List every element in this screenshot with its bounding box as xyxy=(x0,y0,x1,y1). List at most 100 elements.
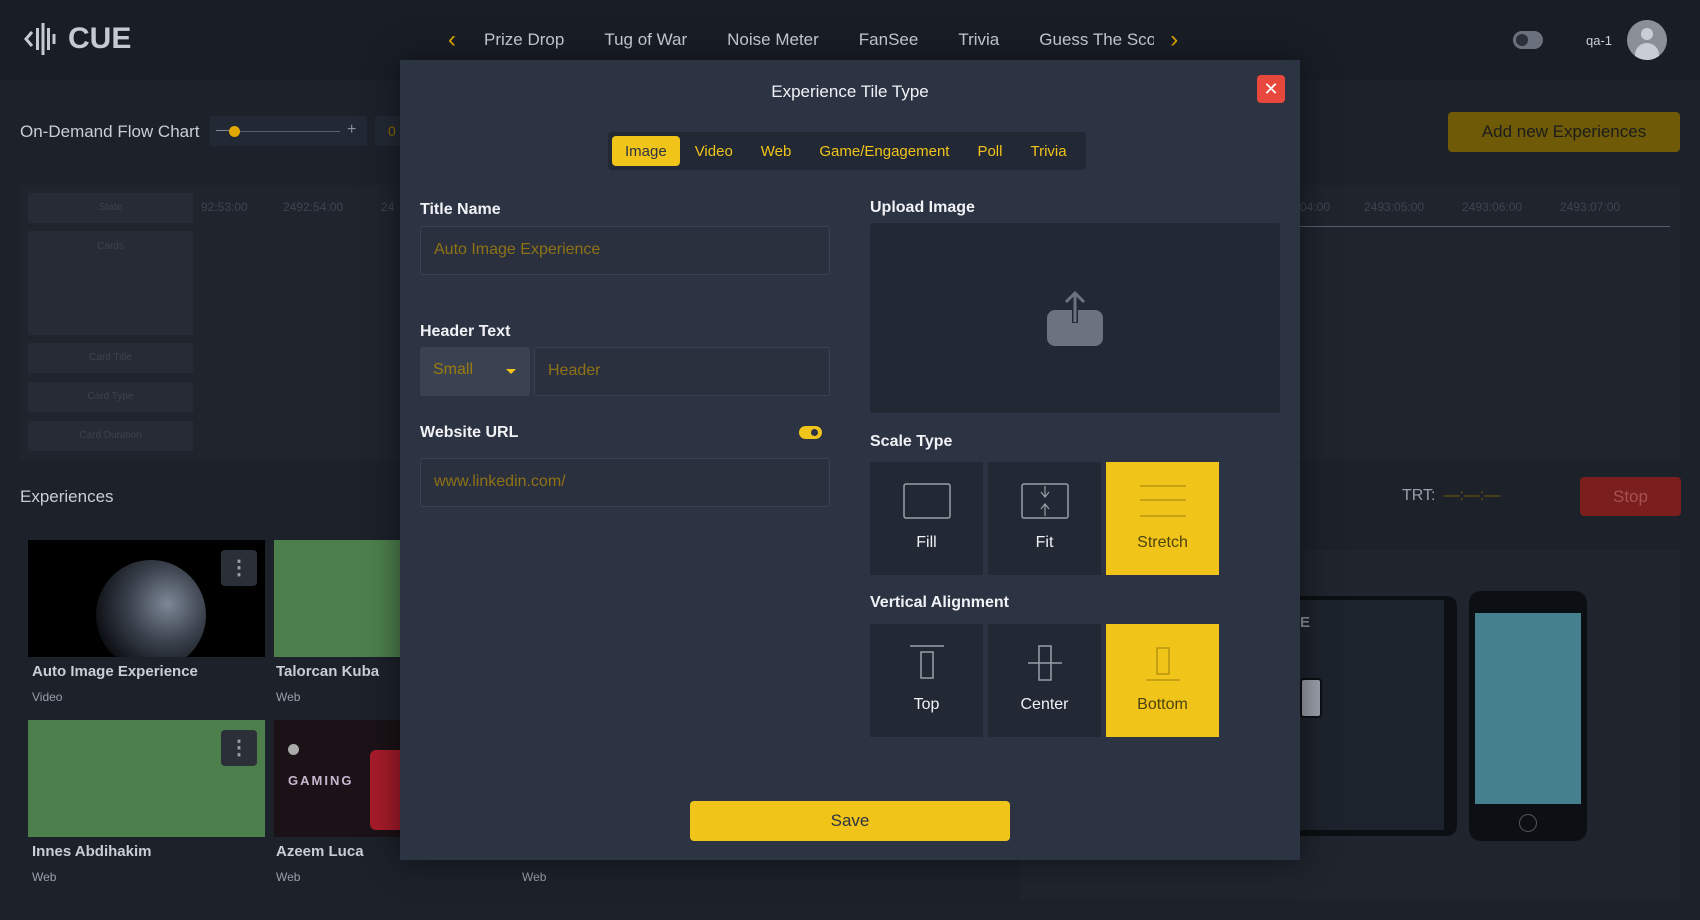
timeline-tick: 2493:07:00 xyxy=(1560,200,1621,214)
lane-card-type: Card Type xyxy=(28,382,193,412)
tab-video[interactable]: Video xyxy=(682,136,746,166)
website-url-label: Website URL xyxy=(420,424,519,441)
upload-icon xyxy=(1047,290,1103,346)
website-url-toggle[interactable] xyxy=(799,426,822,439)
vertical-alignment-label: Vertical Alignment xyxy=(870,594,1009,611)
card-name: Auto Image Experience xyxy=(32,663,198,680)
nav-item-tug-of-war[interactable]: Tug of War xyxy=(604,30,687,50)
save-button[interactable]: Save xyxy=(690,801,1010,841)
lane-state: State xyxy=(28,193,193,223)
card-menu-icon[interactable]: ⋮ xyxy=(221,730,257,766)
flow-chart-title: On-Demand Flow Chart xyxy=(20,122,200,141)
title-name-label: Title Name xyxy=(420,201,501,218)
scale-fit-option[interactable]: Fit xyxy=(988,462,1101,575)
phone-home-button xyxy=(1519,814,1537,832)
zoom-track xyxy=(230,131,340,132)
modal-title: Experience Tile Type xyxy=(771,82,929,101)
valign-top-option[interactable]: Top xyxy=(870,624,983,737)
card-name: Innes Abdihakim xyxy=(32,843,152,860)
experience-card[interactable]: GAMING xyxy=(274,720,400,837)
tab-trivia[interactable]: Trivia xyxy=(1017,136,1079,166)
align-center-icon xyxy=(1027,645,1062,681)
zoom-minus-icon[interactable]: — xyxy=(216,121,230,137)
nav-prev-icon[interactable]: ‹ xyxy=(440,26,464,54)
tablet-button xyxy=(1300,678,1322,718)
close-icon[interactable]: ✕ xyxy=(1257,75,1285,103)
tablet-preview-text: E xyxy=(1300,614,1311,631)
chevron-down-icon xyxy=(506,369,516,374)
theme-toggle[interactable] xyxy=(1513,31,1543,49)
experience-card[interactable] xyxy=(274,540,400,657)
earth-thumbnail xyxy=(96,560,206,657)
phone-preview xyxy=(1469,591,1587,841)
upload-image-label: Upload Image xyxy=(870,199,975,216)
scale-fill-icon xyxy=(902,483,951,519)
card-type: Web xyxy=(32,870,57,884)
timeline-tick: 2493:05:00 xyxy=(1364,200,1425,214)
avatar[interactable] xyxy=(1627,20,1667,60)
timeline-tick: 24 xyxy=(381,200,395,214)
lane-cards: Cards xyxy=(28,231,193,335)
nav-item-trivia[interactable]: Trivia xyxy=(958,30,999,50)
tab-game-engagement[interactable]: Game/Engagement xyxy=(806,136,962,166)
align-bottom-icon xyxy=(1145,647,1180,681)
timeline-tick: 04:00 xyxy=(1300,200,1331,214)
trt-display: TRT: —:—:— xyxy=(1402,487,1500,505)
scale-stretch-option[interactable]: Stretch xyxy=(1106,462,1219,575)
user-name: qa-1 xyxy=(1586,33,1613,48)
title-name-input[interactable]: Auto Image Experience xyxy=(420,226,830,275)
scale-fit-icon xyxy=(1020,483,1069,519)
header-size-value: Small xyxy=(433,361,474,378)
website-url-input[interactable]: www.linkedin.com/ xyxy=(420,458,830,507)
scale-type-label: Scale Type xyxy=(870,433,953,450)
card-name: Talorcan Kuba xyxy=(276,663,380,680)
app-logo[interactable]: CUE xyxy=(24,20,131,58)
add-experiences-button[interactable]: Add new Experiences xyxy=(1448,112,1680,152)
chair-graphic xyxy=(370,750,400,830)
align-top-icon xyxy=(909,645,944,679)
card-type: Web xyxy=(276,690,301,704)
valign-top-label: Top xyxy=(913,696,940,713)
phone-screen xyxy=(1475,613,1581,804)
valign-center-option[interactable]: Center xyxy=(988,624,1101,737)
lane-card-duration: Card Duration xyxy=(28,421,193,451)
scale-stretch-label: Stretch xyxy=(1137,534,1188,551)
scale-fill-option[interactable]: Fill xyxy=(870,462,983,575)
card-type: Web xyxy=(522,870,547,884)
timeline-axis xyxy=(1290,226,1670,227)
timeline-tick: 92:53:00 xyxy=(201,200,248,214)
tab-web[interactable]: Web xyxy=(748,136,805,166)
nav-next-icon[interactable]: › xyxy=(1162,26,1186,54)
trt-value: —:—:— xyxy=(1443,487,1501,504)
zoom-handle[interactable] xyxy=(229,126,240,137)
card-menu-icon[interactable]: ⋮ xyxy=(221,550,257,586)
zoom-slider[interactable]: — + xyxy=(210,116,367,146)
experience-card[interactable]: ⋮ xyxy=(28,540,265,657)
logo-waveform-icon xyxy=(24,23,56,55)
nav-item-prize-drop[interactable]: Prize Drop xyxy=(484,30,564,50)
nav-item-noise-meter[interactable]: Noise Meter xyxy=(727,30,819,50)
nav-item-fansee[interactable]: FanSee xyxy=(859,30,919,50)
header-text-input[interactable]: Header xyxy=(534,347,830,396)
scale-fill-label: Fill xyxy=(916,534,937,551)
valign-bottom-option[interactable]: Bottom xyxy=(1106,624,1219,737)
timeline-tick: 2492:54:00 xyxy=(283,200,344,214)
card-type: Web xyxy=(276,870,301,884)
header-text-label: Header Text xyxy=(420,323,511,340)
stop-button[interactable]: Stop xyxy=(1580,477,1681,516)
experience-card[interactable]: ⋮ xyxy=(28,720,265,837)
upload-image-dropzone[interactable] xyxy=(870,223,1280,413)
gaming-thumbnail-text: GAMING xyxy=(288,773,354,788)
nav-item-guess-the-score[interactable]: Guess The Sco xyxy=(1039,30,1154,50)
zoom-plus-icon[interactable]: + xyxy=(347,121,356,139)
card-type: Video xyxy=(32,690,63,704)
tab-image[interactable]: Image xyxy=(612,136,680,166)
valign-bottom-label: Bottom xyxy=(1137,696,1188,713)
scale-stretch-icon xyxy=(1139,485,1186,517)
scale-fit-label: Fit xyxy=(1035,534,1054,551)
logo-text: CUE xyxy=(68,22,132,55)
trt-label: TRT: xyxy=(1402,487,1436,504)
header-size-select[interactable]: Small xyxy=(420,347,530,396)
experiences-title: Experiences xyxy=(20,487,114,506)
tab-poll[interactable]: Poll xyxy=(964,136,1015,166)
